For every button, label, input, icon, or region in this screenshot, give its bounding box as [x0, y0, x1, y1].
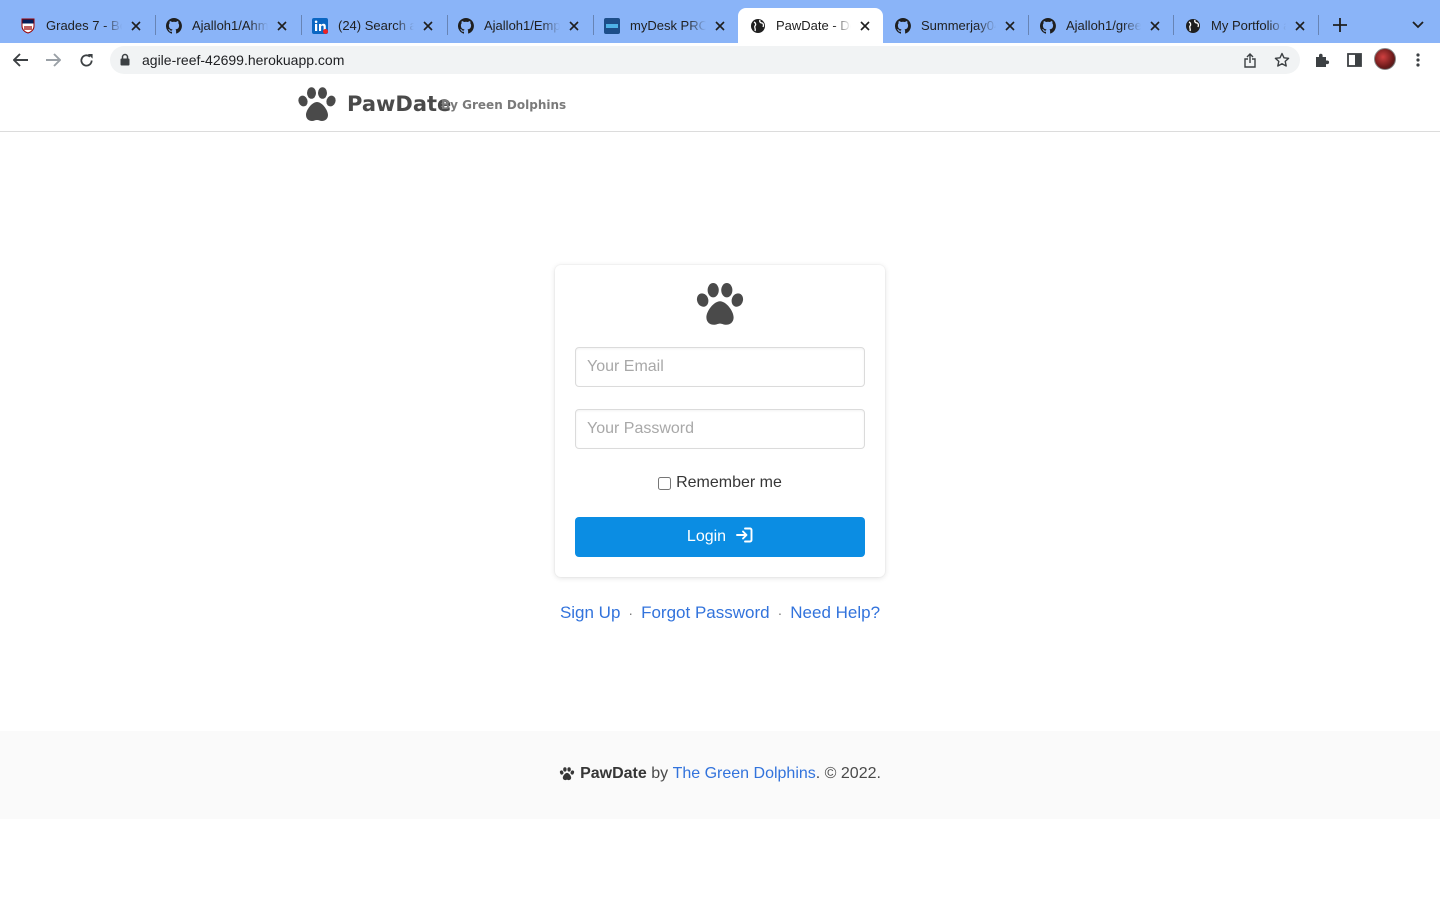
- url-text[interactable]: agile-reef-42699.herokuapp.com: [142, 52, 344, 68]
- need-help-link[interactable]: Need Help?: [790, 603, 880, 622]
- tab-title: Summerjay040: [921, 18, 996, 33]
- star-bookmark-icon[interactable]: [1273, 51, 1291, 69]
- team-link[interactable]: The Green Dolphins: [673, 765, 816, 783]
- close-icon[interactable]: [1147, 18, 1163, 34]
- tab-grades[interactable]: Grades 7 - Boo: [8, 8, 154, 43]
- footer-credit: PawDate by The Green Dolphins. © 2022.: [0, 765, 1440, 783]
- tab-title: myDesk PROD: [630, 18, 706, 33]
- close-icon[interactable]: [857, 18, 873, 34]
- close-icon[interactable]: [712, 18, 728, 34]
- close-icon[interactable]: [274, 18, 290, 34]
- github-icon: [1040, 17, 1056, 34]
- footer-by: by: [651, 765, 669, 782]
- tab-title: My Portfolio an: [1211, 18, 1286, 33]
- forgot-password-link[interactable]: Forgot Password: [641, 603, 770, 622]
- remember-me-checkbox[interactable]: [658, 476, 672, 490]
- login-button[interactable]: Login: [575, 517, 865, 557]
- brand-tagline: By Green Dolphins: [441, 98, 567, 112]
- tab-title: (24) Search all: [338, 18, 414, 33]
- footer-copyright: . © 2022.: [815, 765, 881, 782]
- site-footer: PawDate by The Green Dolphins. © 2022.: [0, 731, 1440, 819]
- brand-name[interactable]: PawDate: [347, 92, 451, 116]
- close-icon[interactable]: [1002, 18, 1018, 34]
- tab-title: Ajalloh1/green: [1066, 18, 1141, 33]
- remember-me-label[interactable]: Remember me: [676, 474, 782, 492]
- share-icon[interactable]: [1241, 51, 1259, 69]
- email-field[interactable]: [575, 347, 865, 387]
- tab-github-green[interactable]: Ajalloh1/green: [1028, 8, 1173, 43]
- close-icon[interactable]: [1292, 18, 1308, 34]
- penn-shield-icon: [20, 18, 36, 34]
- globe-icon: [1185, 18, 1201, 34]
- site-header: PawDate By Green Dolphins: [0, 77, 1440, 132]
- paw-logo-icon[interactable]: [296, 87, 338, 128]
- github-icon: [895, 17, 911, 34]
- tab-divider: [1318, 15, 1319, 35]
- lock-icon[interactable]: [120, 53, 130, 71]
- tab-title: Ajalloh1/Emplo: [484, 18, 560, 33]
- footer-brand: PawDate: [580, 765, 647, 782]
- chevron-down-icon[interactable]: [1406, 13, 1430, 37]
- globe-icon: [750, 18, 766, 34]
- close-icon[interactable]: [566, 18, 582, 34]
- github-icon: [166, 17, 182, 34]
- tab-title: Grades 7 - Boo: [46, 18, 122, 33]
- linkedin-icon: [312, 17, 328, 34]
- login-button-label: Login: [686, 528, 727, 545]
- auth-links: Sign Up · Forgot Password · Need Help?: [0, 603, 1440, 623]
- remember-me-row[interactable]: Remember me: [555, 474, 885, 492]
- address-bar[interactable]: agile-reef-42699.herokuapp.com: [110, 46, 1300, 74]
- reload-icon[interactable]: [73, 47, 99, 73]
- back-arrow-icon[interactable]: [8, 47, 34, 73]
- browser-tab-strip: Grades 7 - Boo Ajalloh1/Ahmad (24) Searc…: [0, 0, 1440, 43]
- profile-avatar[interactable]: [1374, 48, 1396, 70]
- tab-portfolio[interactable]: My Portfolio an: [1173, 8, 1318, 43]
- close-icon[interactable]: [420, 18, 436, 34]
- login-card: Remember me Login: [555, 265, 885, 577]
- sign-in-arrow-icon: [736, 527, 753, 548]
- extensions-puzzle-icon[interactable]: [1309, 47, 1335, 73]
- link-separator: ·: [628, 605, 634, 621]
- tab-title: PawDate - Doc: [776, 18, 851, 33]
- paw-icon: [559, 767, 575, 781]
- close-icon[interactable]: [128, 18, 144, 34]
- github-icon: [458, 17, 474, 34]
- side-panel-icon[interactable]: [1341, 47, 1367, 73]
- link-separator: ·: [777, 605, 783, 621]
- kebab-menu-icon[interactable]: [1405, 47, 1431, 73]
- tab-github-emplo[interactable]: Ajalloh1/Emplo: [446, 8, 592, 43]
- mydesk-icon: [604, 17, 620, 34]
- tab-pawdate[interactable]: PawDate - Doc: [738, 8, 883, 43]
- new-tab-plus-icon[interactable]: [1328, 13, 1352, 37]
- browser-toolbar: agile-reef-42699.herokuapp.com: [0, 43, 1440, 77]
- tab-github-summerjay[interactable]: Summerjay040: [883, 8, 1028, 43]
- password-field[interactable]: [575, 409, 865, 449]
- paw-icon: [694, 282, 746, 333]
- tab-title: Ajalloh1/Ahmad: [192, 18, 268, 33]
- tab-github-ahmad[interactable]: Ajalloh1/Ahmad: [154, 8, 300, 43]
- tab-linkedin[interactable]: (24) Search all: [300, 8, 446, 43]
- forward-arrow-icon[interactable]: [40, 47, 66, 73]
- tab-mydesk[interactable]: myDesk PROD: [592, 8, 738, 43]
- sign-up-link[interactable]: Sign Up: [560, 603, 620, 622]
